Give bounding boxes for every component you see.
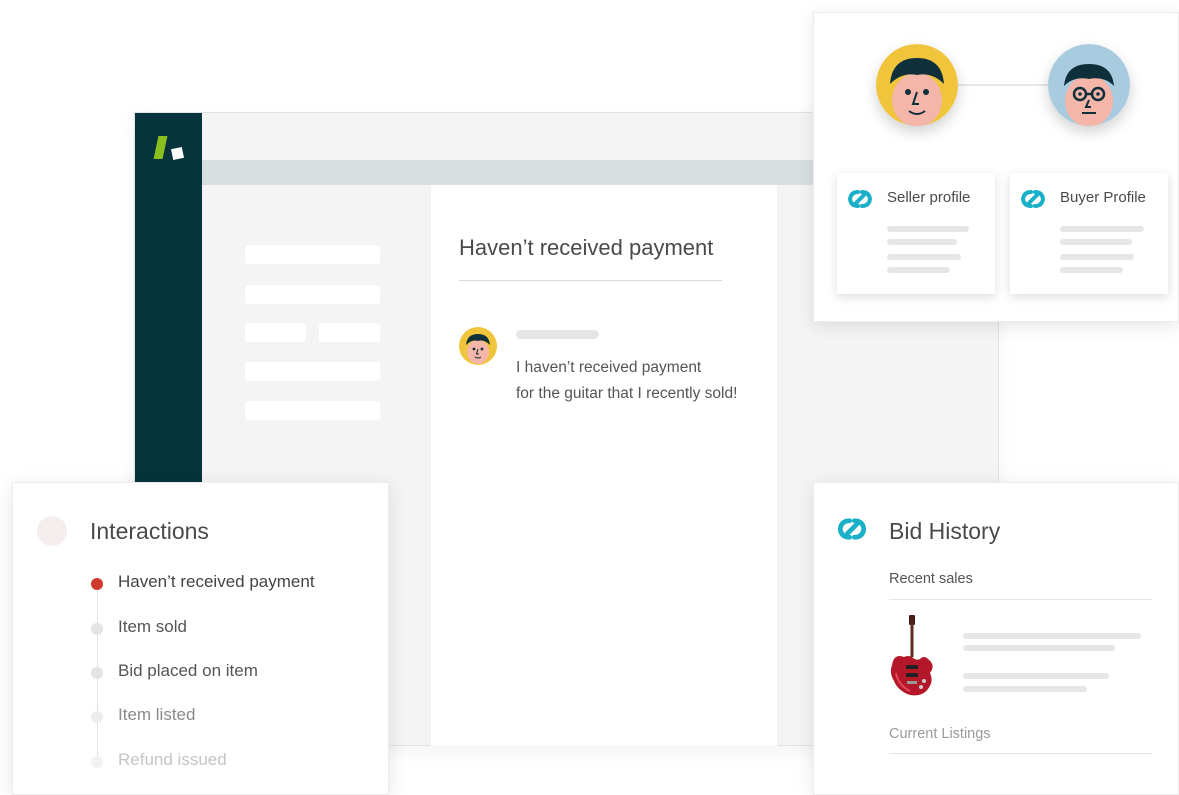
timeline-bullet	[91, 667, 103, 679]
placeholder-line	[1060, 254, 1134, 260]
conversation-title: Haven’t received payment	[459, 235, 714, 260]
timeline-label: Haven’t received payment	[118, 572, 315, 591]
interactions-title: Interactions	[90, 518, 209, 544]
placeholder-line	[1060, 239, 1132, 245]
interactions-icon	[37, 516, 67, 546]
message-line: I haven’t received payment	[516, 359, 702, 376]
interactions-card: Interactions Haven’t received payment It…	[12, 482, 389, 795]
placeholder-line	[887, 254, 961, 260]
profile-connector	[954, 84, 1049, 86]
current-listings-label: Current Listings	[889, 726, 991, 742]
placeholder-line	[963, 686, 1087, 692]
buyer-avatar[interactable]	[1048, 44, 1130, 126]
timeline-label: Item listed	[118, 705, 196, 724]
conversation-divider	[459, 280, 722, 281]
message-author-placeholder	[516, 330, 599, 339]
seller-avatar[interactable]	[876, 44, 958, 126]
skeleton-nav-item	[245, 362, 380, 381]
timeline-label: Bid placed on item	[118, 661, 258, 680]
placeholder-line	[887, 267, 950, 273]
recent-sales-divider	[889, 599, 1152, 600]
placeholder-line	[963, 673, 1109, 679]
seller-profile-tile[interactable]: Seller profile	[837, 173, 995, 294]
message-text: I haven’t received payment for the guita…	[516, 355, 737, 407]
placeholder-line	[887, 239, 957, 245]
buyer-profile-tile[interactable]: Buyer Profile	[1010, 173, 1168, 294]
bid-history-card: Bid History Recent sales Current Listing…	[813, 482, 1179, 795]
timeline-bullet-active	[91, 578, 103, 590]
message-line: for the guitar that I recently sold!	[516, 385, 738, 402]
buyer-profile-label: Buyer Profile	[1060, 189, 1146, 206]
skeleton-nav-item	[245, 245, 380, 264]
chain-link-icon	[1020, 190, 1046, 208]
placeholder-line	[963, 645, 1115, 651]
skeleton-nav-item	[245, 401, 380, 420]
timeline-bullet	[91, 711, 103, 723]
skeleton-nav-item	[319, 323, 380, 342]
placeholder-line	[963, 633, 1141, 639]
bid-history-title: Bid History	[889, 518, 1001, 544]
skeleton-nav-item	[245, 323, 306, 342]
placeholder-line	[1060, 267, 1123, 273]
recent-sales-label: Recent sales	[889, 571, 973, 587]
profiles-card: Seller profile Buyer Profile	[813, 12, 1179, 322]
skeleton-nav-item	[245, 285, 380, 304]
placeholder-line	[887, 226, 969, 232]
timeline-bullet	[91, 756, 103, 768]
chain-link-icon	[847, 190, 873, 208]
customer-avatar[interactable]	[459, 327, 497, 365]
electric-guitar-icon[interactable]	[884, 613, 940, 701]
timeline-bullet	[91, 623, 103, 635]
current-listings-divider	[889, 753, 1152, 754]
brand-logo-icon[interactable]	[153, 135, 187, 163]
timeline-label: Refund issued	[118, 750, 227, 769]
placeholder-line	[1060, 226, 1144, 232]
timeline-label: Item sold	[118, 617, 187, 636]
seller-profile-label: Seller profile	[887, 189, 971, 206]
chain-link-icon	[837, 518, 867, 540]
conversation-panel: Haven’t received payment I haven’t recei…	[431, 185, 777, 746]
